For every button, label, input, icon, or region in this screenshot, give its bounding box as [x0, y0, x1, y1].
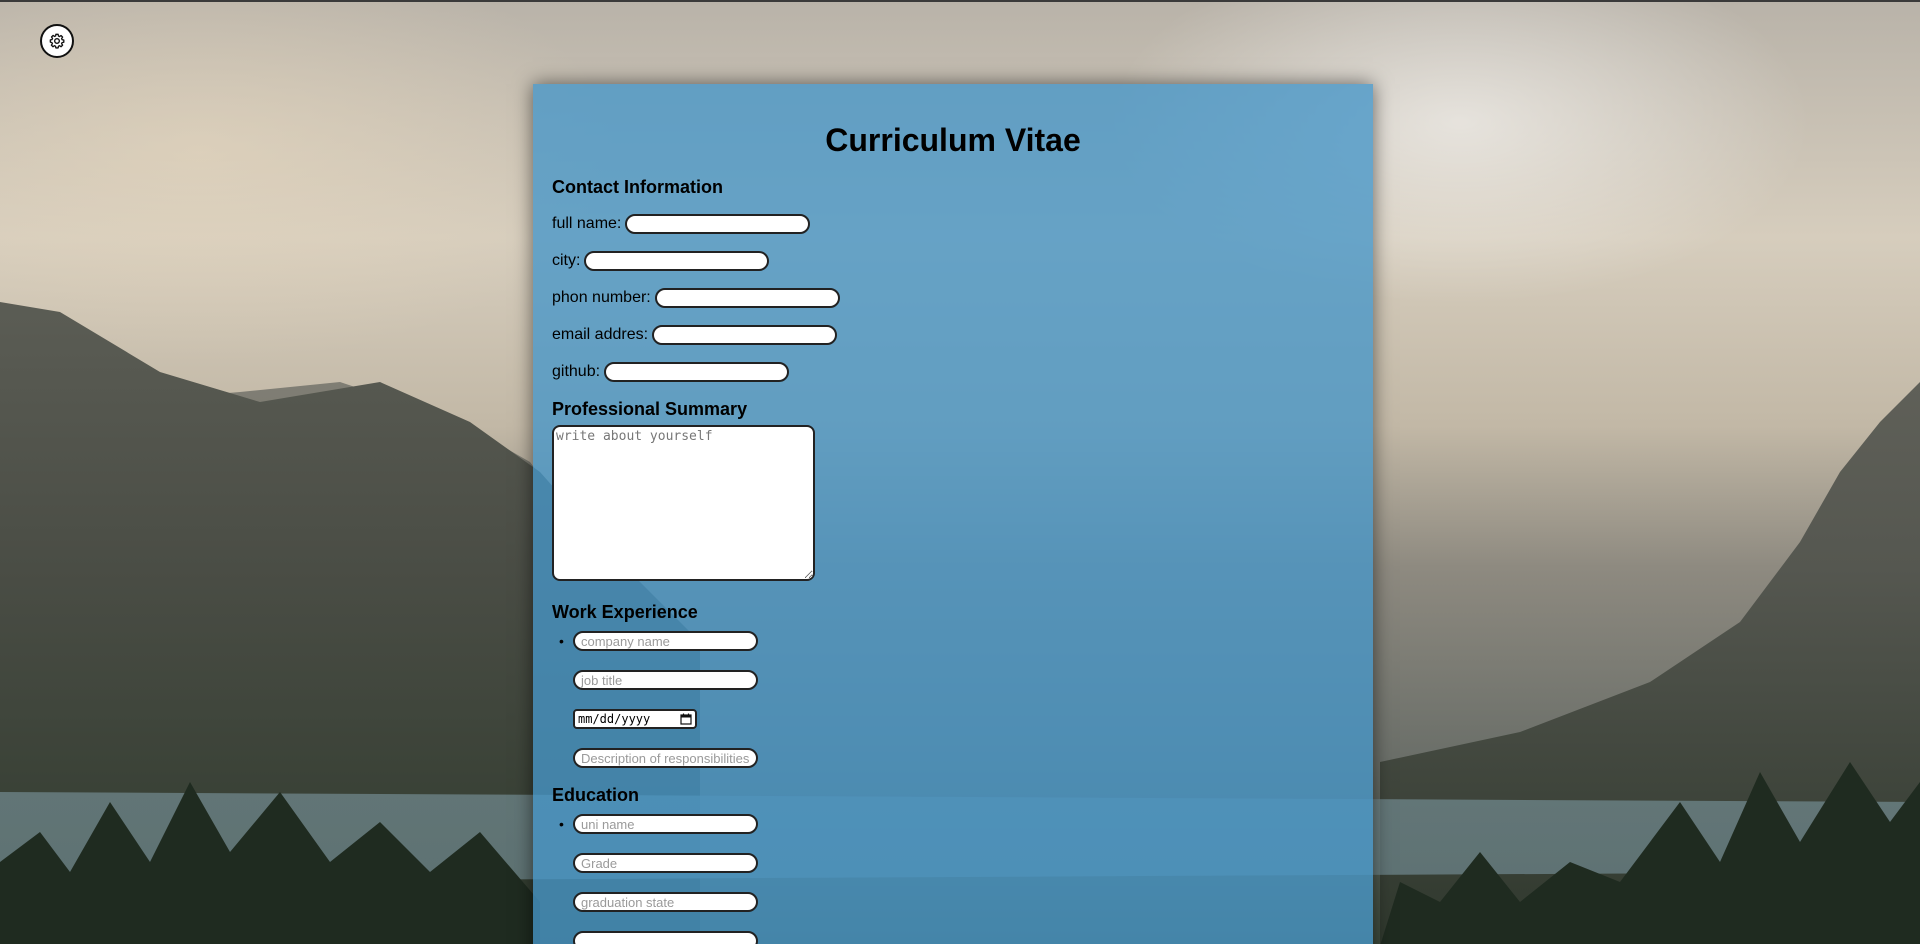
grade-input[interactable]	[573, 853, 758, 873]
work-date-input[interactable]: mm/dd/yyyy	[573, 709, 697, 729]
github-input[interactable]	[604, 362, 790, 382]
github-label: github:	[552, 363, 601, 380]
phone-input[interactable]	[654, 288, 840, 308]
email-label: email addres:	[552, 326, 649, 343]
contact-heading: Contact Information	[552, 177, 723, 197]
date-placeholder: mm/dd/yyyy	[578, 712, 651, 726]
city-input[interactable]	[584, 251, 770, 271]
work-item: mm/dd/yyyy	[559, 631, 1354, 768]
cv-form-panel: Curriculum Vitae Contact Information ful…	[533, 84, 1373, 944]
phone-row: phon number:	[552, 287, 1354, 309]
job-title-input[interactable]	[573, 670, 758, 690]
phone-label: phon number:	[552, 289, 651, 306]
summary-textarea[interactable]	[552, 425, 815, 581]
company-name-input[interactable]	[573, 631, 758, 651]
city-row: city:	[552, 250, 1354, 272]
city-label: city:	[552, 252, 581, 269]
education-heading: Education	[552, 785, 640, 805]
github-row: github:	[552, 361, 1354, 383]
page-title: Curriculum Vitae	[825, 122, 1081, 158]
email-row: email addres:	[552, 324, 1354, 346]
education-list	[552, 814, 1354, 944]
email-input[interactable]	[652, 325, 838, 345]
full-name-row: full name:	[552, 213, 1354, 235]
description-input[interactable]	[573, 748, 758, 768]
education-extra-input[interactable]	[573, 931, 758, 944]
work-heading: Work Experience	[552, 602, 698, 622]
graduation-state-input[interactable]	[573, 892, 758, 912]
page-background: Curriculum Vitae Contact Information ful…	[0, 0, 1920, 944]
education-item	[559, 814, 1354, 944]
full-name-label: full name:	[552, 215, 622, 232]
settings-button[interactable]	[40, 24, 74, 58]
full-name-input[interactable]	[625, 214, 811, 234]
summary-heading: Professional Summary	[552, 399, 748, 419]
uni-name-input[interactable]	[573, 814, 758, 834]
calendar-icon[interactable]	[680, 713, 692, 725]
gear-icon	[49, 33, 65, 49]
work-list: mm/dd/yyyy	[552, 631, 1354, 768]
